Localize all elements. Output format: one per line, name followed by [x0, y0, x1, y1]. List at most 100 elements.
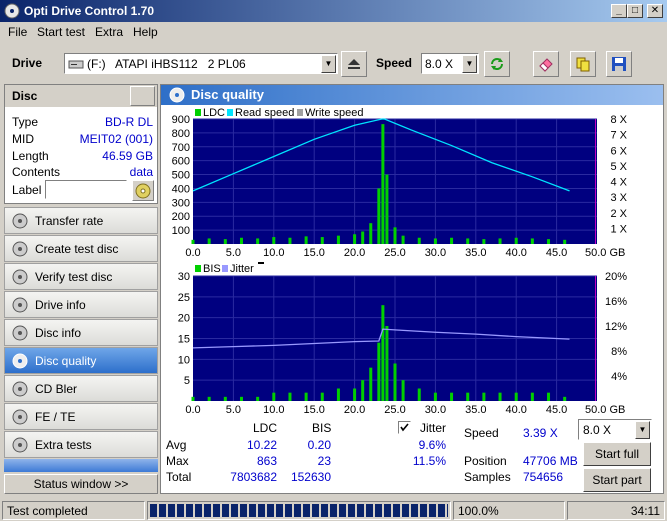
- y-tick-label: 10: [178, 354, 190, 366]
- y2-tick-label: 6 X: [610, 145, 627, 157]
- nav-create-test-disc[interactable]: Create test disc: [4, 235, 158, 262]
- x-tick-label: 5.0: [226, 404, 241, 416]
- samples-value: 754656: [523, 470, 564, 484]
- status-bar: Test completed 100.0% 34:11: [0, 500, 667, 521]
- jitter-label: Jitter: [420, 421, 447, 435]
- start-part-button[interactable]: Start part: [583, 468, 651, 492]
- bar: [482, 392, 486, 401]
- close-button[interactable]: ✕: [647, 4, 663, 18]
- y2-tick-label: 20%: [605, 271, 627, 283]
- stats-total-ldc: 7803682: [230, 470, 277, 484]
- chevron-down-icon[interactable]: ▼: [321, 55, 336, 73]
- bar: [320, 392, 324, 401]
- disc-info-icon: [12, 325, 28, 341]
- x-tick-label: 25.0: [384, 247, 405, 259]
- x-tick-label: 15.0: [303, 247, 324, 259]
- copy-button[interactable]: [570, 51, 596, 77]
- legend-read-speed: Read speed: [235, 107, 294, 119]
- x-tick-label: 35.0: [465, 247, 486, 259]
- menu-help[interactable]: Help: [133, 25, 158, 39]
- bar: [482, 239, 486, 244]
- bar: [393, 363, 397, 401]
- nav-extra-tests[interactable]: Extra tests: [4, 431, 158, 458]
- erase-button[interactable]: [533, 51, 559, 77]
- menu-extra[interactable]: Extra: [95, 25, 123, 39]
- nav-label: Extra tests: [35, 438, 92, 452]
- legend-bis-swatch: [195, 265, 201, 272]
- bar: [385, 326, 389, 401]
- bar: [272, 237, 276, 244]
- speed-stat-value: 3.39 X: [523, 426, 558, 440]
- title-bar: Opti Drive Control 1.70 _ □ ✕: [0, 0, 667, 22]
- bis-chart: 0.0 5.0 10.0 15.0 20.0 25.0 30.0 35.0 40.0 45.0 50…: [178, 262, 627, 416]
- ldc-chart: 0.0 5.0 10.0 15.0 20.0 25.0 30.0 35.0 40.0 45.0 50…: [172, 107, 628, 259]
- time-box: 34:11: [567, 501, 665, 520]
- refresh-icon: [491, 58, 503, 70]
- disc-label-input[interactable]: [45, 180, 127, 199]
- y-tick-label: 600: [172, 156, 190, 168]
- menu-start-test[interactable]: Start test: [37, 25, 85, 39]
- nav-label: Disc quality: [35, 354, 97, 368]
- status-window-button[interactable]: Status window >>: [4, 474, 158, 494]
- disc-panel: Disc Type BD-R DL MID MEIT02 (001) Lengt…: [4, 84, 158, 204]
- bar: [239, 237, 243, 244]
- samples-label: Samples: [464, 470, 511, 484]
- drive-icon: [68, 60, 84, 69]
- test-speed-select[interactable]: 8.0 X ▼: [578, 419, 652, 440]
- x-tick-label: 0.0: [185, 247, 200, 259]
- speed-select[interactable]: 8.0 X ▼: [421, 53, 479, 74]
- nav-disc-quality[interactable]: Disc quality: [4, 347, 158, 374]
- y-tick-label: 500: [172, 170, 190, 182]
- label-apply-button[interactable]: [132, 180, 154, 201]
- x-tick-label: 20.0: [344, 404, 365, 416]
- y-tick-label: 400: [172, 183, 190, 195]
- jitter-checkbox[interactable]: [398, 421, 411, 434]
- bar: [369, 367, 373, 401]
- x-tick-label: 30.0: [425, 404, 446, 416]
- nav-transfer-rate[interactable]: Transfer rate: [4, 207, 158, 234]
- bar: [450, 392, 454, 401]
- bar: [381, 124, 385, 244]
- start-full-button[interactable]: Start full: [583, 442, 651, 466]
- nav-drive-info[interactable]: Drive info: [4, 291, 158, 318]
- stats-max-ldc: 863: [256, 454, 277, 468]
- jitter-max: 11.5%: [412, 454, 446, 468]
- y-tick-label: 200: [172, 211, 190, 223]
- bar: [401, 235, 405, 244]
- refresh-button[interactable]: [484, 51, 510, 77]
- bar: [256, 396, 260, 401]
- menu-file[interactable]: File: [8, 25, 27, 39]
- legend-write-speed: Write speed: [305, 107, 364, 119]
- disc-type-value: BD-R DL: [104, 115, 153, 129]
- y2-tick-label: 2 X: [610, 208, 627, 220]
- disc-panel-button[interactable]: [130, 86, 155, 106]
- minimize-button[interactable]: _: [611, 4, 627, 18]
- drive-label: Drive: [12, 56, 43, 70]
- eject-icon: [348, 59, 360, 69]
- eject-button[interactable]: [341, 51, 367, 77]
- drive-select[interactable]: (F:) ATAPI iHBS112 2 PL06 ▼: [64, 53, 338, 74]
- nav-fe-te[interactable]: FE / TE: [4, 403, 158, 430]
- chart1-legend: LDC Read speed Write speed: [195, 107, 364, 119]
- y2-tick-label: 16%: [605, 296, 627, 308]
- legend-ldc-swatch: [195, 109, 201, 116]
- x-tick-label: 15.0: [303, 404, 324, 416]
- nav-label: Transfer rate: [35, 214, 104, 228]
- panel-title: Disc quality: [191, 87, 264, 102]
- bar: [377, 342, 381, 401]
- drive-value: (F:) ATAPI iHBS112 2 PL06: [87, 57, 246, 71]
- maximize-button[interactable]: □: [627, 4, 643, 18]
- y-tick-label: 15: [178, 334, 190, 346]
- nav-verify-test-disc[interactable]: Verify test disc: [4, 263, 158, 290]
- save-button[interactable]: [606, 51, 632, 77]
- nav-disc-info[interactable]: Disc info: [4, 319, 158, 346]
- stats-avg-ldc: 10.22: [246, 438, 277, 452]
- bar: [466, 392, 470, 401]
- nav-cd-bler[interactable]: CD Bler: [4, 375, 158, 402]
- bar: [361, 231, 365, 244]
- bar: [304, 236, 308, 244]
- chevron-down-icon[interactable]: ▼: [635, 421, 650, 439]
- legend-jitter-swatch: [222, 265, 228, 272]
- bar: [256, 238, 260, 244]
- chevron-down-icon[interactable]: ▼: [462, 55, 477, 73]
